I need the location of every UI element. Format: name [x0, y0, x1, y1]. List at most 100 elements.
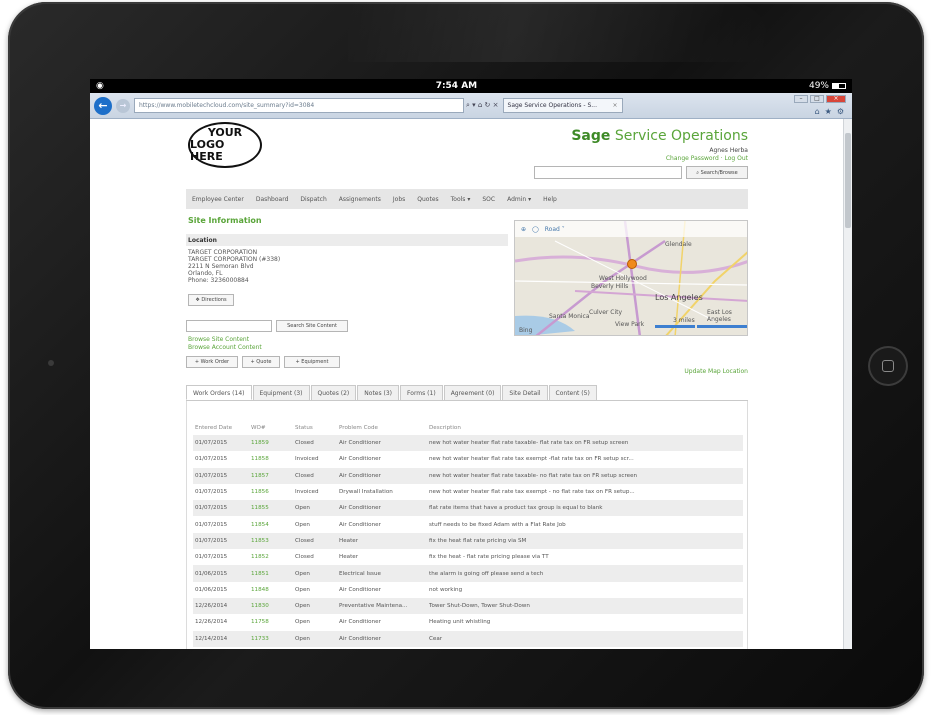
- maximize-button[interactable]: □: [810, 95, 824, 103]
- cell-entered-date: 01/07/2015: [195, 521, 228, 528]
- logo-line2: LOGO HERE: [190, 138, 225, 163]
- tab-equipment[interactable]: Equipment (3): [252, 385, 310, 400]
- table-header-row: Entered Date WO# Status Problem Code Des…: [193, 421, 743, 435]
- brand-title: Sage Service Operations: [571, 128, 748, 144]
- cell-description: the alarm is going off please send a tec…: [429, 565, 743, 582]
- nav-dispatch[interactable]: Dispatch: [300, 196, 326, 203]
- table-row[interactable]: 01/07/2015 11855 Open Air Conditioner flat r…: [193, 500, 743, 517]
- favorites-star-icon[interactable]: ★: [825, 107, 832, 116]
- col-problem-code[interactable]: Problem Code: [339, 421, 429, 435]
- cell-status: Closed: [295, 435, 339, 452]
- scrollbar-thumb[interactable]: [845, 133, 851, 228]
- minimize-button[interactable]: –: [794, 95, 808, 103]
- add-work-order-button[interactable]: + Work Order: [186, 356, 238, 368]
- browse-account-content-link[interactable]: Browse Account Content: [188, 344, 262, 351]
- directions-button[interactable]: ❖ Directions: [188, 294, 234, 306]
- col-entered-date[interactable]: Entered Date: [193, 421, 251, 435]
- vertical-scrollbar[interactable]: [843, 119, 852, 649]
- map-label-east-la: East Los Angeles: [707, 309, 732, 323]
- table-row[interactable]: 12/14/2014 11733 Open Air Conditioner Cear: [193, 630, 743, 647]
- table-row[interactable]: 01/07/2015 11858 Invoiced Air Conditioner ne…: [193, 451, 743, 467]
- nav-soc[interactable]: SOC: [482, 196, 495, 203]
- nav-admin[interactable]: Admin ▾: [507, 196, 531, 203]
- search-input[interactable]: [534, 166, 682, 179]
- nav-jobs[interactable]: Jobs: [393, 196, 405, 203]
- tab-quotes[interactable]: Quotes (2): [310, 385, 357, 400]
- tab-notes[interactable]: Notes (3): [357, 385, 400, 400]
- cell-entered-date: 12/14/2014: [193, 630, 251, 647]
- cell-wo-number[interactable]: 11857: [251, 467, 295, 484]
- user-links[interactable]: Change Password · Log Out: [666, 155, 748, 162]
- home-icon[interactable]: ⌂: [815, 107, 820, 116]
- map-toolbar: ⊕ ◯ Road ˅: [515, 221, 747, 237]
- close-window-button[interactable]: ×: [826, 95, 846, 103]
- tab-agreement[interactable]: Agreement (0): [443, 385, 502, 400]
- table-row[interactable]: 12/26/2014 11830 Open Preventative Maintena…: [193, 597, 743, 615]
- map-tool-icon[interactable]: ◯: [532, 226, 539, 233]
- tab-site-detail[interactable]: Site Detail: [502, 385, 548, 400]
- location-map[interactable]: ⊕ ◯ Road ˅ Glendale West Hollywood Bever…: [514, 220, 748, 336]
- site-content-search-input[interactable]: [186, 320, 272, 332]
- add-equipment-button[interactable]: + Equipment: [284, 356, 340, 368]
- table-row[interactable]: 01/07/2015 11859 Closed Air Conditioner new …: [193, 435, 743, 452]
- address-bar[interactable]: https://www.mobiletechcloud.com/site_sum…: [134, 98, 464, 113]
- cell-description: new hot water heater flat rate taxable- …: [429, 467, 743, 484]
- table-row[interactable]: 01/07/2015 11856 Invoiced Drywall Installat…: [193, 484, 743, 500]
- cell-wo-number[interactable]: 11733: [251, 630, 295, 647]
- cell-wo-number[interactable]: 11758: [251, 614, 295, 630]
- cell-problem-code: Air Conditioner: [339, 456, 381, 463]
- cell-entered-date: 01/06/2015: [195, 586, 228, 593]
- table-row[interactable]: 01/07/2015 11857 Closed Air Conditioner new …: [193, 467, 743, 484]
- tab-work-orders[interactable]: Work Orders (14): [186, 385, 252, 400]
- address-tools[interactable]: ⌕ ▾ ⌂ ↻ ×: [466, 101, 499, 110]
- map-label-glendale: Glendale: [665, 241, 692, 248]
- cell-wo-number[interactable]: 11858: [251, 451, 295, 467]
- map-zoom-icon[interactable]: ⊕: [521, 226, 526, 233]
- cell-wo-number[interactable]: 11853: [251, 532, 295, 550]
- nav-tools[interactable]: Tools ▾: [451, 196, 471, 203]
- cell-wo-number[interactable]: 11856: [251, 484, 295, 500]
- back-button[interactable]: ←: [94, 96, 112, 115]
- search-browse-button[interactable]: ⌕ Search/Browse: [686, 166, 748, 179]
- search-site-content-button[interactable]: Search Site Content: [276, 320, 348, 332]
- settings-gear-icon[interactable]: ⚙: [837, 107, 844, 116]
- tab-content[interactable]: Content (5): [548, 385, 597, 400]
- table-row[interactable]: 12/26/2014 11758 Open Air Conditioner Heatin…: [193, 614, 743, 630]
- cell-status: Open: [295, 521, 310, 528]
- nav-employee-center[interactable]: Employee Center: [192, 196, 244, 203]
- table-row[interactable]: 01/06/2015 11848 Open Air Conditioner not wo…: [193, 582, 743, 598]
- cell-wo-number[interactable]: 11830: [251, 597, 295, 615]
- browse-site-content-link[interactable]: Browse Site Content: [188, 336, 249, 343]
- cell-wo-number[interactable]: 11851: [251, 565, 295, 582]
- table-row[interactable]: 01/07/2015 11853 Closed Heater fix the heat …: [193, 532, 743, 550]
- cell-description: stuff needs to be fixed Adam with a Flat…: [429, 521, 566, 528]
- home-button[interactable]: [868, 346, 908, 386]
- table-row[interactable]: 01/07/2015 11854 Open Air Conditioner stuff …: [193, 516, 743, 532]
- nav-assignements[interactable]: Assignements: [339, 196, 381, 203]
- nav-dashboard[interactable]: Dashboard: [256, 196, 289, 203]
- col-status[interactable]: Status: [295, 421, 339, 435]
- table-row[interactable]: 01/07/2015 11852 Closed Heater fix the heat …: [193, 549, 743, 565]
- screen: ◉ 7:54 AM 49% ← → https://www.mobiletech…: [90, 79, 852, 649]
- cell-wo-number[interactable]: 11855: [251, 500, 295, 517]
- update-map-location-link[interactable]: Update Map Location: [684, 368, 748, 375]
- cell-problem-code: Heater: [339, 532, 429, 550]
- work-orders-table: Entered Date WO# Status Problem Code Des…: [193, 421, 743, 647]
- cell-wo-number[interactable]: 11854: [251, 516, 295, 532]
- location-line: 2211 N Semoran Blvd: [188, 263, 254, 270]
- nav-help[interactable]: Help: [543, 196, 557, 203]
- cell-wo-number[interactable]: 11848: [251, 582, 295, 598]
- col-description[interactable]: Description: [429, 421, 743, 435]
- table-row[interactable]: 01/06/2015 11851 Open Electrical Issue the a…: [193, 565, 743, 582]
- browser-tab[interactable]: Sage Service Operations - S... ×: [502, 98, 623, 113]
- tab-close-icon[interactable]: ×: [612, 102, 617, 109]
- add-quote-button[interactable]: + Quote: [242, 356, 280, 368]
- tab-forms[interactable]: Forms (1): [400, 385, 443, 400]
- forward-button[interactable]: →: [116, 98, 130, 113]
- nav-quotes[interactable]: Quotes: [417, 196, 438, 203]
- map-style-select[interactable]: Road ˅: [545, 226, 565, 233]
- col-wo-number[interactable]: WO#: [251, 421, 295, 435]
- cell-wo-number[interactable]: 11859: [251, 435, 295, 452]
- cell-wo-number[interactable]: 11852: [251, 549, 295, 565]
- location-line: TARGET CORPORATION: [188, 249, 258, 256]
